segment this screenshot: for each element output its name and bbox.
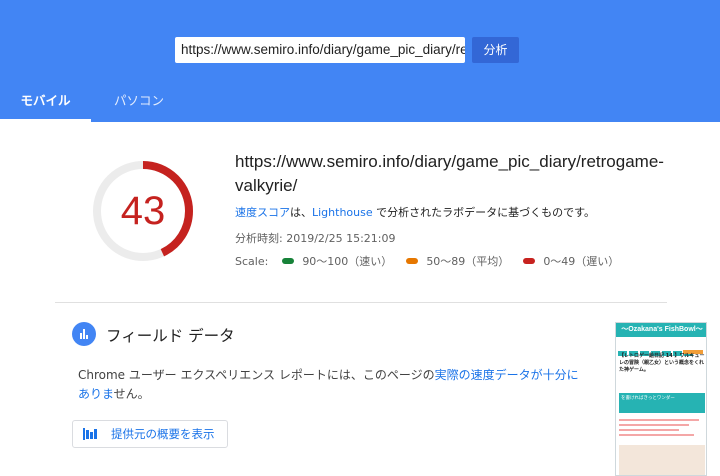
analyzed-url-line-2: valkyrie/ — [235, 176, 298, 195]
field-data-message: Chrome ユーザー エクスペリエンス レポートには、このページの実際の速度デ… — [78, 366, 583, 404]
tab-desktop[interactable]: パソコン — [91, 86, 187, 122]
scale-fast-label: 90～100（速い） — [302, 255, 393, 268]
thumbnail-box-text: を書ければきっとワンダー — [621, 396, 675, 401]
slow-swatch — [523, 258, 536, 264]
analyzed-url: https://www.semiro.info/diary/game_pic_d… — [235, 150, 664, 198]
tab-mobile[interactable]: モバイル — [0, 86, 91, 122]
analyzed-url-line-1: https://www.semiro.info/diary/game_pic_d… — [235, 152, 664, 171]
analyze-button[interactable]: 分析 — [472, 37, 519, 63]
analysis-time: 分析時刻: 2019/2/25 15:21:09 — [235, 232, 396, 245]
score-value: 43 — [120, 189, 166, 233]
scale-legend: Scale: 90～100（速い） 50～89（平均） 0～49（遅い） — [235, 253, 619, 269]
scale-average-label: 50～89（平均） — [426, 255, 510, 268]
field-text-before: Chrome ユーザー エクスペリエンス レポートには、このページの — [78, 368, 435, 382]
scale-fast: 90～100（速い） — [282, 253, 392, 269]
thumbnail-text-lines — [619, 419, 705, 439]
desc-particle: は、 — [290, 206, 312, 219]
section-divider — [55, 302, 667, 303]
page-screenshot-thumbnail: ～Ozakana's FishBowl～ 【レトロゲー絵日記 14 】ワルキュー… — [615, 322, 707, 476]
thumbnail-nav — [618, 341, 706, 356]
thumbnail-header-text: ～Ozakana's FishBowl～ — [621, 326, 703, 333]
field-data-title: フィールド データ — [106, 327, 235, 345]
average-swatch — [406, 258, 419, 264]
scale-label: Scale: — [235, 254, 269, 268]
origin-summary-label: 提供元の概要を表示 — [111, 427, 215, 441]
url-input[interactable]: https://www.semiro.info/diary/game_pic_d… — [175, 37, 465, 63]
scale-slow-label: 0～49（遅い） — [543, 255, 620, 268]
desc-tail: で分析されたラボデータに基づくものです。 — [372, 206, 596, 219]
bar-chart-icon — [83, 428, 97, 440]
thumbnail-title: 【レトロゲー絵日記 14 】ワルキューレの冒険（親乙女）という概念をくれた神ゲー… — [619, 353, 705, 373]
lighthouse-link[interactable]: Lighthouse — [312, 206, 373, 219]
score-description: 速度スコアは、Lighthouse で分析されたラボデータに基づくものです。 — [235, 204, 595, 220]
scale-slow: 0～49（遅い） — [523, 253, 619, 269]
header-bar: https://www.semiro.info/diary/game_pic_d… — [0, 0, 720, 122]
field-data-icon — [72, 322, 96, 346]
thumbnail-image — [619, 445, 705, 475]
speed-score-link[interactable]: 速度スコア — [235, 206, 290, 219]
origin-summary-button[interactable]: 提供元の概要を表示 — [72, 420, 228, 448]
fast-swatch — [282, 258, 295, 264]
scale-average: 50～89（平均） — [406, 253, 509, 269]
field-text-after: せん。 — [113, 387, 150, 401]
